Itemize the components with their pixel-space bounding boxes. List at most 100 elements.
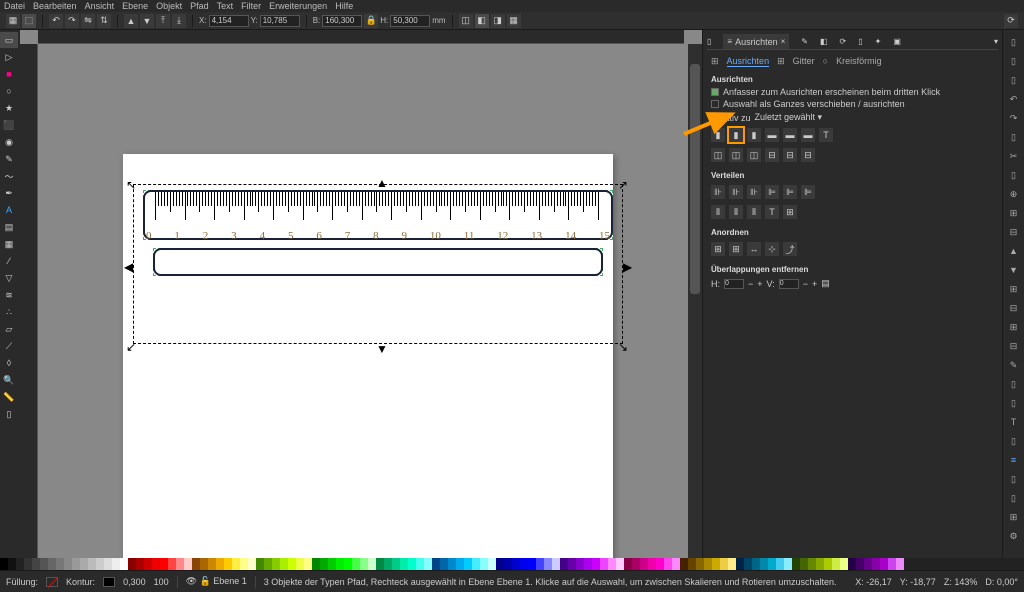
flip-v-icon[interactable]: ⇅ xyxy=(97,14,111,28)
swatch[interactable] xyxy=(24,558,32,570)
swatch[interactable] xyxy=(48,558,56,570)
raise-top-icon[interactable]: ⤒ xyxy=(156,14,170,28)
plus-icon[interactable]: + xyxy=(812,279,817,289)
swatch[interactable] xyxy=(800,558,808,570)
swatch[interactable] xyxy=(472,558,480,570)
dock-btn[interactable]: ▯ xyxy=(1006,490,1022,506)
arrange-btn[interactable]: ⊞ xyxy=(729,242,743,256)
swatch[interactable] xyxy=(728,558,736,570)
plus-icon[interactable]: + xyxy=(757,279,762,289)
rotation-label[interactable]: D: 0,00° xyxy=(985,577,1018,587)
zoom-label[interactable]: Z: 143% xyxy=(944,577,978,587)
swatch[interactable] xyxy=(400,558,408,570)
lock-icon[interactable]: 🔒 xyxy=(364,14,378,28)
color-palette[interactable] xyxy=(0,558,1024,570)
arrange-btn[interactable]: ⤴ xyxy=(783,242,797,256)
subtab-circ[interactable]: Kreisförmig xyxy=(836,56,882,67)
swatch[interactable] xyxy=(840,558,848,570)
dock-btn[interactable]: ▯ xyxy=(1006,34,1022,50)
stroke-width[interactable]: 0,300 xyxy=(123,577,146,587)
swatch[interactable] xyxy=(152,558,160,570)
align-btn[interactable]: ◫ xyxy=(747,148,761,162)
rotate-handle[interactable]: ↖ xyxy=(126,178,136,188)
inner-rect-object[interactable] xyxy=(153,248,603,276)
opacity-input[interactable]: 100 xyxy=(154,577,169,587)
dock-btn[interactable]: ▯ xyxy=(1006,376,1022,392)
swatch[interactable] xyxy=(336,558,344,570)
distribute-btn[interactable]: ⊪ xyxy=(747,185,761,199)
flip-h-icon[interactable]: ⇋ xyxy=(81,14,95,28)
swatch[interactable] xyxy=(888,558,896,570)
ruler-vertical[interactable] xyxy=(20,44,38,558)
bezier-tool[interactable]: 〜 xyxy=(0,168,18,184)
swatch[interactable] xyxy=(600,558,608,570)
swatch[interactable] xyxy=(824,558,832,570)
swatch[interactable] xyxy=(672,558,680,570)
swatch[interactable] xyxy=(560,558,568,570)
swatch[interactable] xyxy=(640,558,648,570)
swatch[interactable] xyxy=(200,558,208,570)
swatch[interactable] xyxy=(744,558,752,570)
text-tool[interactable]: A xyxy=(0,202,18,218)
rotate-handle[interactable]: ↘ xyxy=(618,340,628,350)
swatch[interactable] xyxy=(264,558,272,570)
dock-btn[interactable]: ▯ xyxy=(1006,53,1022,69)
dock-btn[interactable]: ⊞ xyxy=(1006,319,1022,335)
stroke-swatch[interactable] xyxy=(103,577,115,587)
scrollbar-thumb[interactable] xyxy=(690,64,700,294)
dock-btn[interactable]: ▲ xyxy=(1006,243,1022,259)
swatch[interactable] xyxy=(352,558,360,570)
swatch[interactable] xyxy=(816,558,824,570)
menu-objekt[interactable]: Objekt xyxy=(156,1,182,11)
swatch[interactable] xyxy=(632,558,640,570)
swatch[interactable] xyxy=(112,558,120,570)
distribute-btn[interactable]: ⊪ xyxy=(711,185,725,199)
dock-btn[interactable]: ▯ xyxy=(1006,471,1022,487)
swatch[interactable] xyxy=(568,558,576,570)
swatch[interactable] xyxy=(224,558,232,570)
swatch[interactable] xyxy=(256,558,264,570)
dock-btn[interactable]: ⊟ xyxy=(1006,338,1022,354)
distribute-btn[interactable]: ⊫ xyxy=(783,185,797,199)
dock-btn[interactable]: ↶ xyxy=(1006,91,1022,107)
toolbar-btn[interactable]: ▦ xyxy=(6,14,20,28)
dock-btn[interactable]: ⊞ xyxy=(1006,509,1022,525)
h-spacing-input[interactable] xyxy=(724,279,744,289)
swatch[interactable] xyxy=(624,558,632,570)
subtab-align[interactable]: Ausrichten xyxy=(727,56,770,67)
swatch[interactable] xyxy=(488,558,496,570)
swatch[interactable] xyxy=(464,558,472,570)
dock-btn[interactable]: ⊞ xyxy=(1006,281,1022,297)
menu-datei[interactable]: Datei xyxy=(4,1,25,11)
swatch[interactable] xyxy=(512,558,520,570)
swatch[interactable] xyxy=(416,558,424,570)
scale-handle[interactable]: ▶ xyxy=(623,260,633,270)
align-hcenter-icon[interactable]: ▮ xyxy=(729,128,743,142)
gradient-tool[interactable]: ▤ xyxy=(0,219,18,235)
swatch[interactable] xyxy=(0,558,8,570)
selector-tool[interactable]: ▭ xyxy=(0,32,18,48)
menu-erweiterungen[interactable]: Erweiterungen xyxy=(269,1,327,11)
layer-indicator[interactable]: 👁 🔓 Ebene 1 xyxy=(186,576,247,587)
distribute-btn[interactable]: ⊫ xyxy=(765,185,779,199)
swatch[interactable] xyxy=(312,558,320,570)
raise-icon[interactable]: ▲ xyxy=(124,14,138,28)
swatch[interactable] xyxy=(272,558,280,570)
swatch[interactable] xyxy=(760,558,768,570)
swatch[interactable] xyxy=(704,558,712,570)
align-btn[interactable]: ◫ xyxy=(711,148,725,162)
swatch[interactable] xyxy=(656,558,664,570)
swatch[interactable] xyxy=(160,558,168,570)
panel-tab-align[interactable]: ≡ Ausrichten × xyxy=(723,34,789,49)
dock-btn[interactable]: ⊟ xyxy=(1006,300,1022,316)
minus-icon[interactable]: − xyxy=(803,279,808,289)
swatch[interactable] xyxy=(432,558,440,570)
dock-btn[interactable]: ⊞ xyxy=(1006,205,1022,221)
menu-hilfe[interactable]: Hilfe xyxy=(335,1,353,11)
swatch[interactable] xyxy=(424,558,432,570)
swatch[interactable] xyxy=(80,558,88,570)
swatch[interactable] xyxy=(864,558,872,570)
swatch[interactable] xyxy=(832,558,840,570)
dock-btn[interactable]: ⊟ xyxy=(1006,224,1022,240)
swatch[interactable] xyxy=(528,558,536,570)
